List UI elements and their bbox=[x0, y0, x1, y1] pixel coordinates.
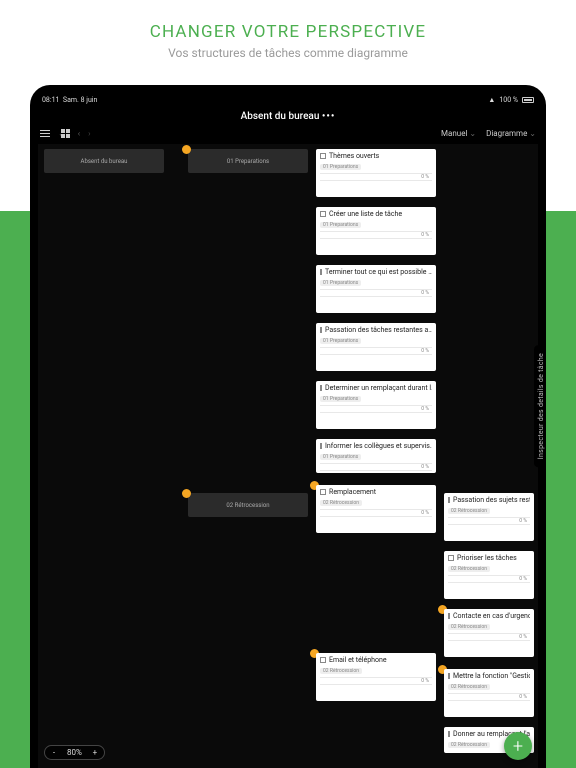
status-dot-icon bbox=[182, 145, 191, 154]
task-progress: 0 % bbox=[421, 290, 429, 296]
task-card[interactable]: Remplacement 02 Rétrocession 0 % bbox=[316, 485, 436, 533]
task-title: Prioriser les tâches bbox=[457, 554, 517, 562]
toolbar: ⌄ ‹ › Manuel ⌄ Diagramme ⌄ bbox=[30, 128, 546, 144]
task-progress: 0 % bbox=[519, 634, 527, 640]
task-title: Remplacement bbox=[329, 488, 376, 496]
battery-icon bbox=[522, 97, 534, 103]
task-title: Determiner un remplaçant durant l… bbox=[325, 384, 432, 392]
status-time: 08:11 bbox=[42, 96, 59, 104]
task-title: Créer une liste de tâche bbox=[329, 210, 402, 218]
chevron-down-icon: ⌄ bbox=[529, 129, 536, 138]
task-progress: 0 % bbox=[519, 576, 527, 582]
task-title: Mettre la fonction "Gestion… bbox=[453, 672, 530, 680]
task-tag: 01 Preparations bbox=[320, 396, 361, 402]
task-tag: 01 Preparations bbox=[320, 338, 361, 344]
task-progress: 0 % bbox=[421, 510, 429, 516]
task-tag: 01 Preparations bbox=[320, 222, 361, 228]
group-retrocession[interactable]: 02 Rétrocession bbox=[188, 493, 308, 517]
task-tag: 02 Rétrocession bbox=[448, 684, 490, 690]
task-tag: 01 Preparations bbox=[320, 280, 361, 286]
task-tag: 02 Rétrocession bbox=[320, 500, 362, 506]
task-card[interactable]: Informer les collègues et supervis… 01 P… bbox=[316, 439, 436, 473]
group-preparations[interactable]: 01 Preparations bbox=[188, 149, 308, 173]
status-dot-icon bbox=[182, 489, 191, 498]
task-progress: 0 % bbox=[421, 174, 429, 180]
task-title: Informer les collègues et supervis… bbox=[325, 442, 432, 450]
task-progress: 0 % bbox=[421, 678, 429, 684]
marketing-title: CHANGER VOTRE PERSPECTIVE bbox=[0, 22, 576, 42]
task-progress: 0 % bbox=[421, 464, 429, 470]
task-card[interactable]: Créer une liste de tâche 01 Preparations… bbox=[316, 207, 436, 255]
task-progress: 0 % bbox=[519, 694, 527, 700]
nav-forward-icon[interactable]: › bbox=[88, 129, 90, 138]
task-tag: 01 Preparations bbox=[320, 164, 361, 170]
zoom-value: 80% bbox=[61, 748, 88, 757]
menu-icon[interactable] bbox=[40, 128, 50, 139]
task-card[interactable]: Determiner un remplaçant durant l… 01 Pr… bbox=[316, 381, 436, 429]
status-battery: 100 % bbox=[499, 96, 518, 104]
grid-icon[interactable] bbox=[61, 129, 70, 138]
task-card[interactable]: Contacte en cas d'urgence… 02 Rétrocessi… bbox=[444, 609, 534, 657]
task-card[interactable]: Passation des sujets resta… 02 Rétrocess… bbox=[444, 493, 534, 541]
task-card[interactable]: Thèmes ouverts 01 Preparations 0 % bbox=[316, 149, 436, 197]
task-card[interactable]: Passation des tâches restantes a… 01 Pre… bbox=[316, 323, 436, 371]
task-card[interactable]: Prioriser les tâches 02 Rétrocession 0 % bbox=[444, 551, 534, 599]
title-more-icon[interactable]: ••• bbox=[322, 111, 336, 122]
task-title: Thèmes ouverts bbox=[329, 152, 379, 160]
task-tag: 02 Rétrocession bbox=[320, 668, 362, 674]
zoom-in-button[interactable]: + bbox=[88, 748, 102, 757]
task-title: Contacte en cas d'urgence… bbox=[453, 612, 530, 620]
view-diagram-dropdown[interactable]: Diagramme ⌄ bbox=[486, 129, 536, 138]
task-tag: 02 Rétrocession bbox=[448, 742, 490, 748]
zoom-control: - 80% + bbox=[44, 745, 105, 760]
task-progress: 0 % bbox=[519, 518, 527, 524]
task-title: Passation des sujets resta… bbox=[453, 496, 530, 504]
wifi-icon: ▲ bbox=[488, 96, 495, 104]
device-frame: 08:11 Sam. 8 juin ▲ 100 % Absent du bure… bbox=[30, 85, 546, 768]
task-tag: 01 Preparations bbox=[320, 454, 361, 460]
zoom-out-button[interactable]: - bbox=[47, 748, 61, 757]
add-button[interactable]: + bbox=[504, 732, 532, 760]
status-left: 08:11 Sam. 8 juin bbox=[42, 96, 97, 104]
inspector-tab[interactable]: Inspecteur des details de tâche bbox=[534, 345, 546, 467]
task-tag: 02 Rétrocession bbox=[448, 508, 490, 514]
marketing-subtitle: Vos structures de tâches comme diagramme bbox=[0, 46, 576, 60]
task-title: Email et téléphone bbox=[329, 656, 387, 664]
layout-manual-dropdown[interactable]: Manuel ⌄ bbox=[441, 129, 476, 138]
task-card[interactable]: Terminer tout ce qui est possible … 01 P… bbox=[316, 265, 436, 313]
task-tag: 02 Rétrocession bbox=[448, 566, 490, 572]
task-progress: 0 % bbox=[421, 348, 429, 354]
chevron-down-icon: ⌄ bbox=[469, 129, 476, 138]
task-tag: 02 Rétrocession bbox=[448, 624, 490, 630]
diagram-canvas[interactable]: Absent du bureau 01 Preparations 02 Rétr… bbox=[38, 144, 538, 768]
task-progress: 0 % bbox=[421, 406, 429, 412]
status-date: Sam. 8 juin bbox=[63, 96, 97, 104]
task-card[interactable]: Email et téléphone 02 Rétrocession 0 % bbox=[316, 653, 436, 701]
nav-back-icon[interactable]: ‹ bbox=[78, 129, 80, 138]
group-root[interactable]: Absent du bureau bbox=[44, 149, 164, 173]
task-title: Passation des tâches restantes a… bbox=[325, 326, 432, 334]
document-title[interactable]: Absent du bureau bbox=[241, 111, 320, 122]
task-progress: 0 % bbox=[421, 232, 429, 238]
status-bar: 08:11 Sam. 8 juin ▲ 100 % bbox=[30, 90, 546, 108]
task-card[interactable]: Mettre la fonction "Gestion… 02 Rétroces… bbox=[444, 669, 534, 717]
task-title: Terminer tout ce qui est possible … bbox=[325, 268, 432, 276]
title-bar: Absent du bureau ••• bbox=[30, 108, 546, 128]
